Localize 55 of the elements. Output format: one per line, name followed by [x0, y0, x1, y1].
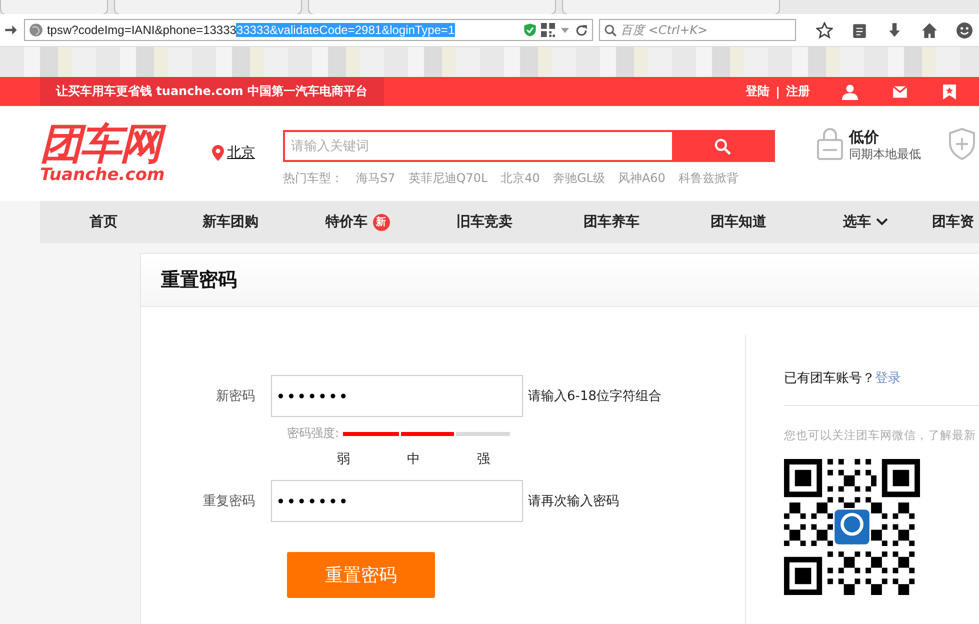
user-icon[interactable] — [842, 84, 858, 100]
clipboard-icon[interactable] — [851, 22, 868, 38]
promo-title: 低价 — [849, 128, 880, 146]
home-icon[interactable] — [921, 22, 938, 38]
hot-models-label: 热门车型： — [283, 170, 343, 187]
chevron-down-icon — [876, 218, 888, 226]
shield-check-icon — [522, 23, 536, 37]
url-text: tpsw?codeImg=IANI&phone=1333333333&validateCode=2981&loginType=1 — [46, 23, 456, 37]
logo-text: 团车网 — [40, 122, 170, 166]
city-link[interactable]: 北京 — [227, 144, 255, 162]
login-link[interactable]: 登陆 — [746, 83, 770, 100]
location-pin-icon — [212, 145, 224, 161]
field-label: 新密码 — [215, 388, 256, 405]
bookmark-icon[interactable] — [942, 84, 957, 100]
mail-icon[interactable] — [892, 84, 908, 100]
wechat-follow-text: 您也可以关注团车网微信，了解最新 — [784, 428, 977, 443]
nav-link[interactable]: 新车团购 — [167, 201, 294, 243]
browser-search-field[interactable]: 百度 <Ctrl+K> — [598, 19, 796, 41]
password-field[interactable]: ••••••• — [271, 375, 523, 417]
logo-domain: Tuanche.com — [40, 166, 166, 184]
qr-code-icon[interactable] — [540, 23, 554, 37]
page-title: 重置密码 — [161, 268, 237, 293]
nav-link[interactable]: 团车养车 — [548, 201, 675, 243]
search-button[interactable] — [672, 132, 773, 160]
address-bar[interactable]: tpsw?codeImg=IANI&phone=1333333333&validateCode=2981&loginType=1 — [24, 19, 592, 41]
field-hint: 请再次输入密码 — [528, 493, 619, 510]
strength-mark: 弱 — [337, 451, 351, 468]
new-badge: 新 — [372, 214, 390, 230]
password-field[interactable]: ••••••• — [271, 480, 523, 522]
search-icon — [714, 138, 731, 154]
field-hint: 请输入6-18位字符组合 — [528, 388, 662, 405]
forward-arrow-icon[interactable] — [4, 23, 18, 37]
strength-mark: 中 — [407, 451, 421, 468]
strength-label: 密码强度: — [287, 425, 340, 442]
promo-subtitle: 同期本地最低 — [849, 146, 921, 163]
keyword-search-field[interactable]: 请输入关键词 — [283, 130, 775, 162]
nav-dropdown[interactable]: 选车 — [802, 201, 929, 243]
star-icon[interactable] — [816, 22, 833, 38]
smiley-icon[interactable] — [956, 22, 973, 38]
qr-code-icon — [784, 459, 920, 595]
search-icon — [604, 24, 616, 36]
account-question: 已有团车账号？ — [784, 371, 875, 386]
shield-plus-icon — [949, 128, 975, 160]
reload-icon[interactable] — [574, 24, 588, 36]
field-label: 重复密码 — [202, 493, 256, 510]
nav-link[interactable]: 特价车 — [326, 213, 368, 231]
slogan-banner: 让买车用车更省钱 tuanche.com 中国第一汽车电商平台 — [40, 77, 384, 106]
register-link[interactable]: 注册 — [786, 83, 810, 100]
nav-link[interactable]: 团车资 — [929, 201, 974, 243]
globe-icon — [28, 23, 43, 37]
nav-link[interactable]: 团车知道 — [675, 201, 802, 243]
separator: | — [776, 84, 780, 98]
nav-link[interactable]: 首页 — [40, 201, 167, 243]
strength-mark: 强 — [477, 451, 491, 468]
nav-link[interactable]: 旧车竞卖 — [421, 201, 548, 243]
